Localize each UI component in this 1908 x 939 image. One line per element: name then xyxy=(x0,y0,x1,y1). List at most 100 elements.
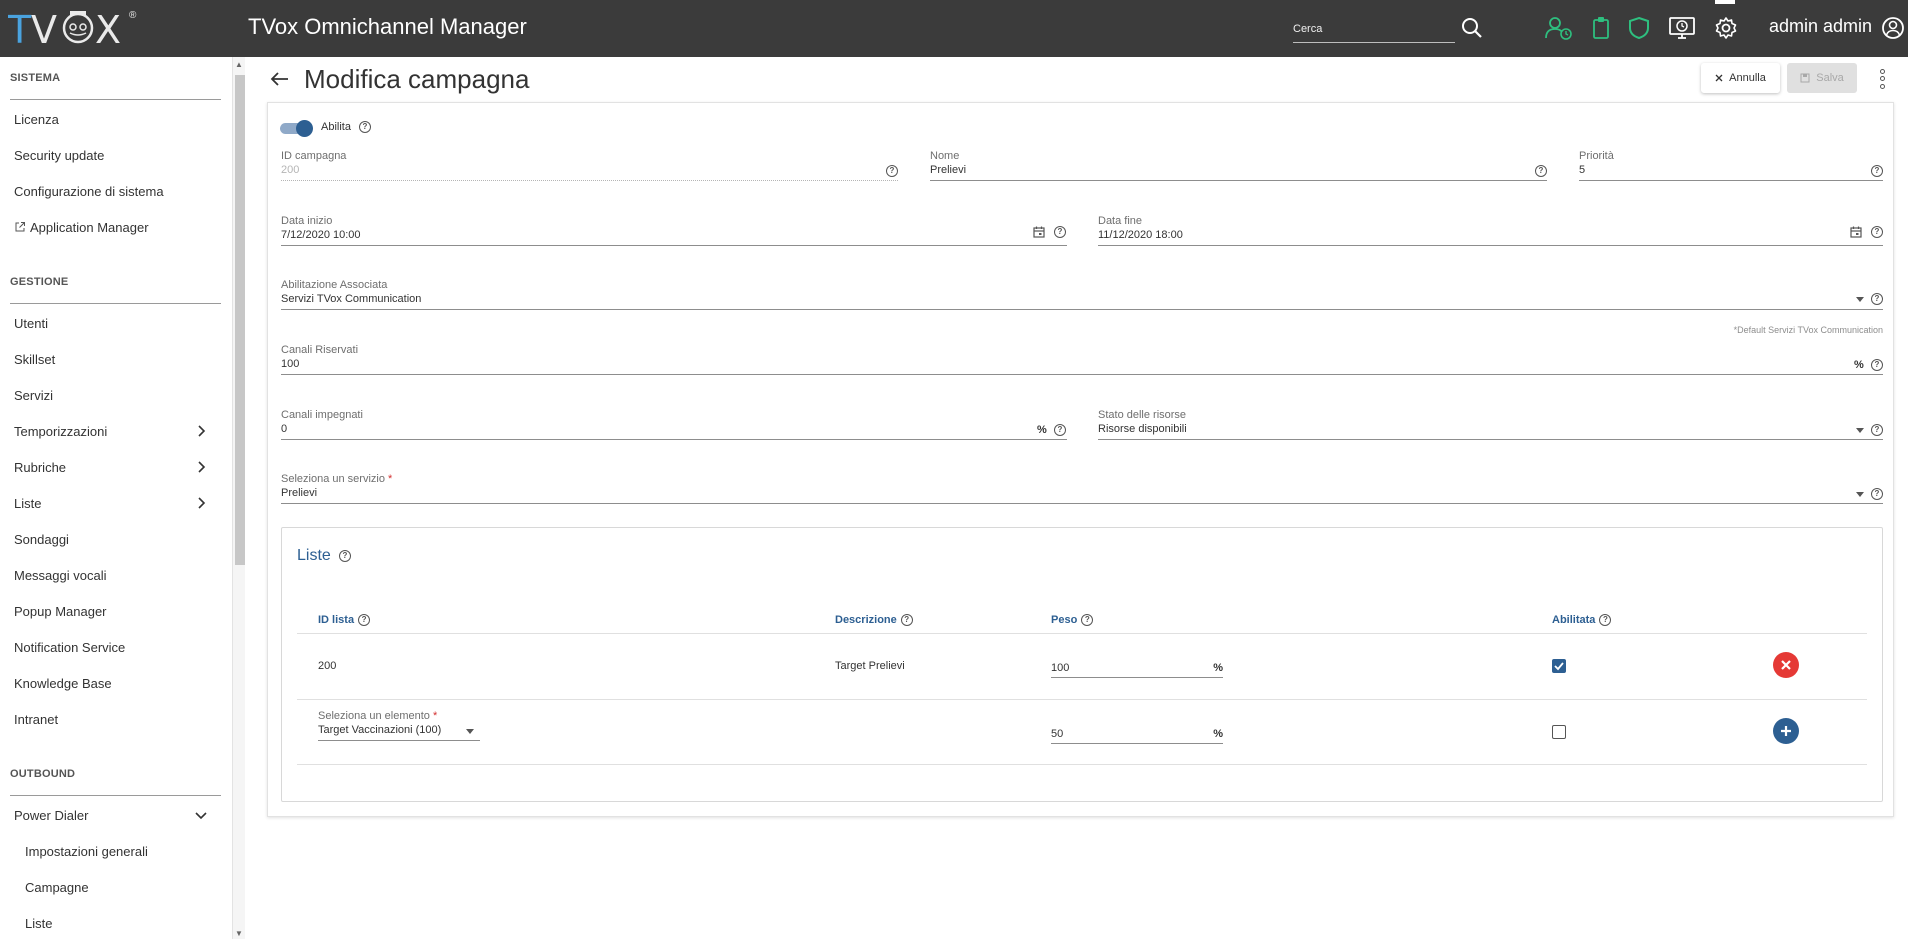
help-icon[interactable]: ? xyxy=(1871,359,1883,371)
help-icon[interactable]: ? xyxy=(1871,165,1883,177)
help-icon[interactable]: ? xyxy=(359,121,371,133)
abilitata-checkbox[interactable] xyxy=(1552,659,1566,673)
sidebar-item-intranet[interactable]: Intranet xyxy=(0,704,220,734)
back-arrow-icon[interactable] xyxy=(266,65,294,93)
section-gestione-title: GESTIONE xyxy=(10,276,69,288)
dropdown-arrow-icon[interactable] xyxy=(466,729,474,734)
search-input[interactable] xyxy=(1293,18,1455,40)
data-inizio-input[interactable]: 7/12/2020 10:00 xyxy=(281,229,361,241)
data-fine-input[interactable]: 11/12/2020 18:00 xyxy=(1098,229,1183,241)
seleziona-elemento-select[interactable]: Seleziona un elemento * Target Vaccinazi… xyxy=(318,710,480,742)
sidebar-item-messaggi-vocali[interactable]: Messaggi vocali xyxy=(0,560,220,590)
cancel-button[interactable]: Annulla xyxy=(1701,63,1780,93)
servizio-select[interactable]: Seleziona un servizio * Prelievi xyxy=(281,473,1883,505)
help-icon[interactable]: ? xyxy=(886,165,898,177)
nome-input[interactable]: Prelievi xyxy=(930,164,966,176)
help-icon[interactable]: ? xyxy=(358,614,371,626)
sidebar-item-configurazione[interactable]: Configurazione di sistema xyxy=(0,176,220,206)
more-options-icon[interactable] xyxy=(1874,68,1890,90)
sidebar-scrollbar-thumb[interactable] xyxy=(235,75,245,565)
help-icon[interactable]: ? xyxy=(1599,614,1612,626)
canali-riservati-input[interactable]: 100 xyxy=(281,358,299,370)
sidebar-item-sondaggi[interactable]: Sondaggi xyxy=(0,524,220,554)
chevron-right-icon xyxy=(198,461,206,473)
canali-impegnati-field[interactable]: Canali impegnati 0 xyxy=(281,409,1067,441)
delete-row-button[interactable] xyxy=(1773,652,1799,678)
data-fine-field[interactable]: Data fine 11/12/2020 18:00 xyxy=(1098,215,1883,247)
abilitazione-select[interactable]: Abilitazione Associata Servizi TVox Comm… xyxy=(281,279,1883,311)
abilitazione-value[interactable]: Servizi TVox Communication xyxy=(281,293,421,305)
servizio-value[interactable]: Prelievi xyxy=(281,487,317,499)
sidebar-item-security-update[interactable]: Security update xyxy=(0,140,220,170)
stato-risorse-value[interactable]: Risorse disponibili xyxy=(1098,423,1187,435)
priorita-field[interactable]: Priorità 5 xyxy=(1579,150,1883,182)
sidebar-item-liste[interactable]: Liste xyxy=(0,488,220,518)
priorita-input[interactable]: 5 xyxy=(1579,164,1585,176)
help-icon[interactable]: ? xyxy=(1871,424,1883,436)
sidebar-item-rubriche[interactable]: Rubriche xyxy=(0,452,220,482)
user-name[interactable]: admin admin xyxy=(1769,16,1872,37)
peso-value[interactable]: 50 xyxy=(1051,728,1063,740)
servizio-label: Seleziona un servizio xyxy=(281,473,385,485)
help-icon[interactable]: ? xyxy=(1054,226,1066,238)
scroll-up-arrow[interactable]: ▲ xyxy=(234,60,244,70)
search-icon[interactable] xyxy=(1458,14,1486,42)
sidebar-item-licenza[interactable]: Licenza xyxy=(0,104,220,134)
sidebar-item-knowledge-base[interactable]: Knowledge Base xyxy=(0,668,220,698)
abilita-toggle[interactable] xyxy=(280,120,313,137)
gear-icon[interactable] xyxy=(1712,14,1740,42)
sidebar-item-campagne[interactable]: Campagne xyxy=(0,872,220,902)
search-field[interactable] xyxy=(1293,18,1455,43)
registered-mark: ® xyxy=(129,10,137,21)
save-button[interactable]: Salva xyxy=(1787,63,1857,93)
sidebar-item-label: Intranet xyxy=(14,711,59,727)
help-icon[interactable]: ? xyxy=(1871,488,1883,500)
peso-input[interactable]: 100 % xyxy=(1051,656,1223,678)
sidebar-item-impostazioni-generali[interactable]: Impostazioni generali xyxy=(0,836,220,866)
sidebar-item-utenti[interactable]: Utenti xyxy=(0,308,220,338)
user-status-icon[interactable] xyxy=(1545,14,1573,42)
nome-field[interactable]: Nome Prelievi xyxy=(930,150,1547,182)
calendar-icon[interactable] xyxy=(1850,226,1862,238)
sidebar-item-power-dialer[interactable]: Power Dialer xyxy=(0,800,220,830)
calendar-icon[interactable] xyxy=(1033,226,1045,238)
scroll-down-arrow[interactable]: ▼ xyxy=(234,929,244,939)
column-header-peso: Peso? xyxy=(1051,614,1094,626)
peso-value[interactable]: 100 xyxy=(1051,662,1069,674)
peso-input[interactable]: 50 % xyxy=(1051,722,1223,744)
help-icon[interactable]: ? xyxy=(1535,165,1547,177)
data-inizio-field[interactable]: Data inizio 7/12/2020 10:00 xyxy=(281,215,1067,247)
field-label: Seleziona un elemento * xyxy=(318,710,437,722)
sidebar-item-servizi[interactable]: Servizi xyxy=(0,380,220,410)
dropdown-arrow-icon[interactable] xyxy=(1856,297,1864,302)
help-icon[interactable]: ? xyxy=(1081,614,1094,626)
help-icon[interactable]: ? xyxy=(1871,293,1883,305)
sidebar-item-liste-outbound[interactable]: Liste xyxy=(0,908,220,938)
table-divider xyxy=(297,633,1867,634)
help-icon[interactable]: ? xyxy=(900,614,913,626)
help-icon[interactable]: ? xyxy=(1871,226,1883,238)
liste-title: Liste xyxy=(297,547,331,564)
sidebar-item-application-manager[interactable]: Application Manager xyxy=(0,212,220,242)
sidebar-item-label: Application Manager xyxy=(30,219,149,235)
seleziona-elemento-value[interactable]: Target Vaccinazioni (100) xyxy=(318,724,441,736)
sidebar-item-skillset[interactable]: Skillset xyxy=(0,344,220,374)
user-account-icon[interactable] xyxy=(1879,14,1907,42)
dropdown-arrow-icon[interactable] xyxy=(1856,492,1864,497)
clipboard-icon[interactable] xyxy=(1587,14,1615,42)
canali-impegnati-input[interactable]: 0 xyxy=(281,423,287,435)
stato-risorse-select[interactable]: Stato delle risorse Risorse disponibili xyxy=(1098,409,1883,441)
sidebar-item-temporizzazioni[interactable]: Temporizzazioni xyxy=(0,416,220,446)
add-row-button[interactable] xyxy=(1773,718,1799,744)
help-icon[interactable]: ? xyxy=(1054,424,1066,436)
abilitata-checkbox[interactable] xyxy=(1552,725,1566,739)
seleziona-elemento-label: Seleziona un elemento xyxy=(318,710,430,722)
shield-icon[interactable] xyxy=(1625,14,1653,42)
dropdown-arrow-icon[interactable] xyxy=(1856,428,1864,433)
canali-riservati-field[interactable]: Canali Riservati 100 xyxy=(281,344,1883,376)
sidebar-item-popup-manager[interactable]: Popup Manager xyxy=(0,596,220,626)
tvox-logo[interactable]: T V X ® xyxy=(8,6,136,50)
monitor-clock-icon[interactable] xyxy=(1668,14,1696,42)
sidebar-item-notification-service[interactable]: Notification Service xyxy=(0,632,220,662)
help-icon[interactable]: ? xyxy=(339,550,351,562)
